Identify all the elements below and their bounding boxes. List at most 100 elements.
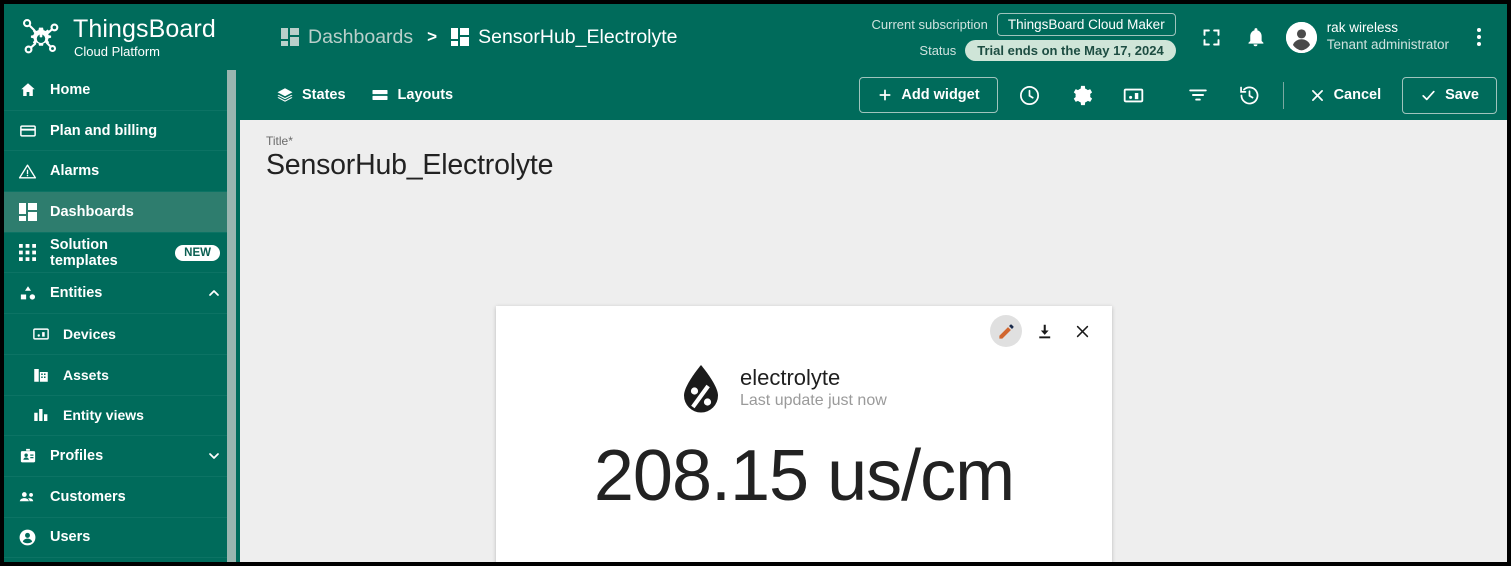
brand-logo-block[interactable]: ThingsBoard Cloud Platform [4,4,240,70]
plus-icon [879,89,891,101]
filters-button[interactable] [1178,75,1218,115]
sidebar-item-label: Devices [63,325,116,342]
dashboards-grid-icon [281,28,299,46]
fullscreen-icon [1203,29,1220,45]
more-options-button[interactable] [1459,17,1499,57]
breadcrumb-item-dashboards[interactable]: Dashboards [281,26,413,49]
sidebar-item-label: Entity views [63,407,144,424]
cancel-button[interactable]: Cancel [1297,80,1394,111]
check-icon [1422,90,1435,100]
breadcrumb-item-current[interactable]: SensorHub_Electrolyte [451,25,678,49]
dashboard-toolbar: States Layouts Add widget Cancel Save [240,70,1507,120]
widget-export-button[interactable] [1028,315,1060,347]
gear-icon [1073,85,1093,105]
widget-card[interactable]: electrolyte Last update just now 208.15 … [496,306,1112,562]
bell-icon [1248,27,1264,46]
states-button-label: States [302,87,346,103]
customers-icon [18,487,37,506]
sidebar: Home Plan and billing Alarms Dashboards … [4,70,240,562]
manage-devices-button[interactable] [1114,75,1154,115]
entity-views-icon [31,406,50,425]
breadcrumb-current-label: SensorHub_Electrolyte [478,25,678,48]
home-icon [18,80,37,99]
sidebar-item-label: Entities [50,285,103,302]
layers-icon [277,88,293,102]
download-icon [1038,324,1050,338]
device-icon [31,324,50,343]
widget-actions [990,315,1098,347]
sidebar-item-solution-templates[interactable]: Solution templates NEW [4,233,236,274]
layouts-button[interactable]: Layouts [358,78,466,112]
add-widget-label: Add widget [901,87,980,103]
widget-close-button[interactable] [1066,315,1098,347]
profiles-icon [18,447,37,466]
sidebar-item-label: Alarms [50,163,100,180]
pencil-icon [998,323,1014,339]
toolbar-right-actions: Add widget Cancel Save [859,75,1497,115]
sidebar-item-alarms[interactable]: Alarms [4,151,236,193]
apps-grid-icon [18,243,37,262]
version-history-button[interactable] [1230,75,1270,115]
thingsboard-app: ThingsBoard Cloud Platform Dashboards > … [4,4,1507,562]
user-name: rak wireless [1326,20,1398,36]
sidebar-item-home[interactable]: Home [4,70,236,111]
user-role: Tenant administrator [1326,37,1449,52]
layouts-icon [372,90,388,100]
status-badge[interactable]: Trial ends on the May 17, 2024 [965,40,1176,61]
title-field-label: Title* [266,134,293,148]
sidebar-item-label: Dashboards [50,203,134,220]
user-icon [18,528,37,547]
sidebar-item-entity-views[interactable]: Entity views [4,396,236,437]
account-circle-icon [1285,21,1317,53]
sidebar-scroll-area: Home Plan and billing Alarms Dashboards … [4,70,236,562]
sidebar-item-dashboards[interactable]: Dashboards [4,192,236,233]
sidebar-item-assets[interactable]: Assets [4,355,236,396]
user-menu[interactable]: rak wireless Tenant administrator [1280,20,1455,54]
sidebar-item-label: Assets [63,366,109,383]
widget-edit-button[interactable] [990,315,1022,347]
sidebar-scrollbar-thumb[interactable] [227,70,236,562]
dashboards-grid-icon [18,202,37,221]
main-area: States Layouts Add widget Cancel Save Ti… [240,70,1507,562]
add-widget-button[interactable]: Add widget [859,77,998,113]
brand-subtitle: Cloud Platform [74,43,160,59]
sidebar-item-devices[interactable]: Devices [4,314,236,355]
sidebar-item-users[interactable]: Users [4,518,236,559]
subscription-plan-chip[interactable]: ThingsBoard Cloud Maker [996,13,1176,36]
fullscreen-button[interactable] [1192,17,1232,57]
chevron-up-icon[interactable] [206,285,222,301]
sidebar-item-label: Home [50,81,91,98]
breadcrumb: Dashboards > SensorHub_Electrolyte [281,26,678,49]
sidebar-item-customers[interactable]: Customers [4,477,236,518]
sidebar-scrollbar[interactable] [227,70,236,562]
brand-text: ThingsBoard Cloud Platform [73,14,216,59]
status-label: Status [919,43,957,58]
subscription-plan-row: Current subscription ThingsBoard Cloud M… [872,13,1176,36]
clock-icon [1020,85,1040,105]
alert-triangle-icon [18,162,37,181]
widget-value: 208.15 us/cm [593,436,1015,516]
top-actions: rak wireless Tenant administrator [1192,17,1507,57]
body: Home Plan and billing Alarms Dashboards … [4,70,1507,562]
widget-title: electrolyte [740,364,841,390]
chevron-down-icon[interactable] [206,448,222,464]
dashboard-title-input[interactable]: SensorHub_Electrolyte [266,149,1507,182]
notifications-button[interactable] [1236,17,1276,57]
more-vert-icon [1477,28,1481,46]
sidebar-item-profiles[interactable]: Profiles [4,436,236,477]
top-header: ThingsBoard Cloud Platform Dashboards > … [4,4,1507,70]
save-button[interactable]: Save [1402,76,1497,114]
dashboard-title-block[interactable]: Title* SensorHub_Electrolyte [240,120,1507,182]
widget-header-text: electrolyte Last update just now [740,364,887,411]
sidebar-item-entities[interactable]: Entities [4,273,236,315]
timewindow-button[interactable] [1010,75,1050,115]
dashboard-settings-button[interactable] [1062,75,1102,115]
brand-name: ThingsBoard [73,14,216,43]
sidebar-item-plan-and-billing[interactable]: Plan and billing [4,111,236,152]
states-button[interactable]: States [264,79,358,111]
new-badge: NEW [175,244,220,261]
entities-icon [18,284,37,303]
avatar [1285,21,1317,53]
toolbar-divider [1282,81,1284,109]
breadcrumb-separator: > [427,27,438,46]
